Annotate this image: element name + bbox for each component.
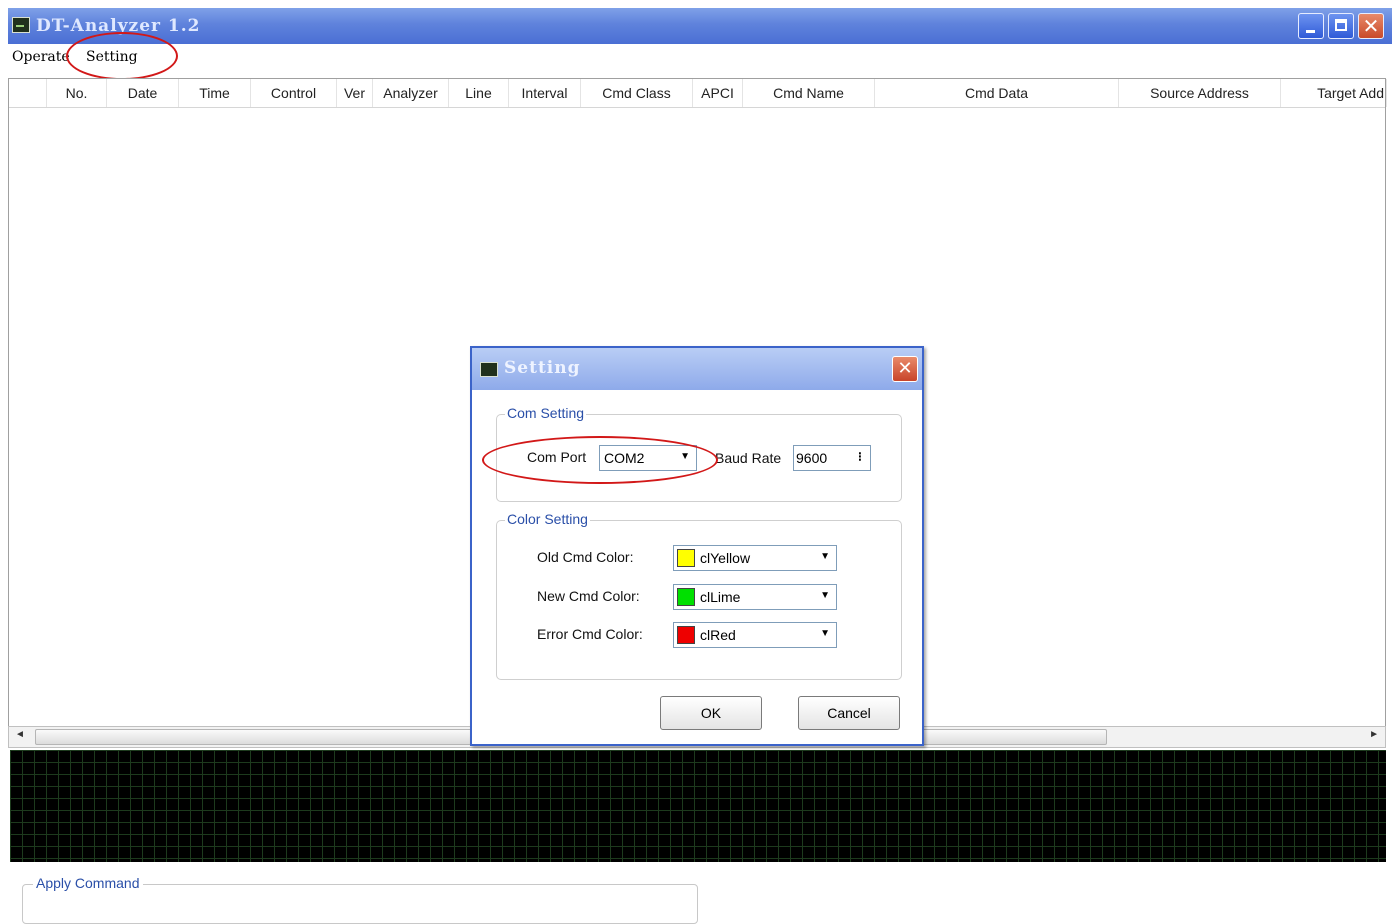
new-cmd-color-swatch [677, 588, 695, 606]
old-cmd-color-swatch [677, 549, 695, 567]
minimize-icon [1306, 30, 1315, 33]
column-header-no[interactable]: No. [47, 79, 107, 107]
column-header-cmd-class[interactable]: Cmd Class [581, 79, 693, 107]
old-cmd-color-label: Old Cmd Color: [537, 549, 634, 565]
color-setting-legend: Color Setting [505, 511, 590, 527]
old-cmd-color-select[interactable]: clYellow ▼ [673, 545, 837, 571]
maximize-button[interactable] [1328, 13, 1354, 39]
column-header-analyzer[interactable]: Analyzer [373, 79, 449, 107]
title-bar[interactable]: DT-Analyzer 1.2 ✕ [8, 8, 1392, 44]
error-cmd-color-swatch [677, 626, 695, 644]
error-cmd-color-value: clRed [700, 627, 736, 643]
cancel-button[interactable]: Cancel [798, 696, 900, 730]
color-setting-group: Color Setting Old Cmd Color: clYellow ▼ … [496, 511, 902, 680]
scroll-right-icon[interactable]: ► [1369, 729, 1379, 740]
error-cmd-color-label: Error Cmd Color: [537, 626, 643, 642]
dialog-title-bar[interactable]: Setting ✕ [472, 348, 922, 390]
chevron-down-icon: ▼ [820, 628, 830, 639]
column-header-time[interactable]: Time [179, 79, 251, 107]
minimize-button[interactable] [1298, 13, 1324, 39]
dialog-close-button[interactable]: ✕ [892, 356, 918, 382]
close-icon: ✕ [1362, 14, 1380, 38]
error-cmd-color-select[interactable]: clRed ▼ [673, 622, 837, 648]
setting-dialog: Setting ✕ Com Setting Com Port COM2 ▼ Ba… [470, 346, 924, 746]
close-button[interactable]: ✕ [1358, 13, 1384, 39]
baud-rate-label: Baud Rate [715, 450, 782, 466]
column-header-control[interactable]: Control [251, 79, 337, 107]
chevron-down-icon: ▼ [820, 551, 830, 562]
apply-command-legend: Apply Command [33, 875, 143, 891]
dialog-app-icon [480, 362, 498, 377]
column-header-apci[interactable]: APCI [693, 79, 743, 107]
maximize-icon [1335, 19, 1347, 31]
scroll-left-icon[interactable]: ◄ [15, 729, 25, 740]
app-icon [12, 17, 30, 33]
menu-bar: Operate Setting [8, 44, 1392, 72]
column-header-indicator [9, 79, 47, 107]
close-icon: ✕ [897, 358, 913, 379]
column-header-source-address[interactable]: Source Address [1119, 79, 1281, 107]
column-header-target-address[interactable]: Target Add [1281, 79, 1387, 107]
column-header-cmd-data[interactable]: Cmd Data [875, 79, 1119, 107]
column-header-date[interactable]: Date [107, 79, 179, 107]
annotation-circle-com-port [482, 436, 718, 484]
annotation-circle-setting-menu [66, 32, 178, 80]
baud-rate-spinner[interactable]: 9600 ⁝ [793, 445, 871, 471]
signal-monitor-panel [10, 750, 1386, 862]
ok-button[interactable]: OK [660, 696, 762, 730]
new-cmd-color-select[interactable]: clLime ▼ [673, 584, 837, 610]
column-header-line[interactable]: Line [449, 79, 509, 107]
chevron-down-icon: ▼ [820, 590, 830, 601]
column-header-cmd-name[interactable]: Cmd Name [743, 79, 875, 107]
old-cmd-color-value: clYellow [700, 550, 751, 566]
column-header-ver[interactable]: Ver [337, 79, 373, 107]
new-cmd-color-label: New Cmd Color: [537, 588, 640, 604]
baud-rate-value: 9600 [796, 450, 828, 466]
apply-command-group: Apply Command [22, 875, 698, 924]
dialog-title: Setting [504, 358, 581, 378]
spinner-arrows-icon[interactable]: ⁝ [858, 449, 862, 465]
column-header-interval[interactable]: Interval [509, 79, 581, 107]
table-header: No. Date Time Control Ver Analyzer Line … [9, 79, 1387, 108]
com-setting-legend: Com Setting [505, 405, 587, 421]
menu-operate[interactable]: Operate [12, 49, 70, 65]
new-cmd-color-value: clLime [700, 589, 741, 605]
